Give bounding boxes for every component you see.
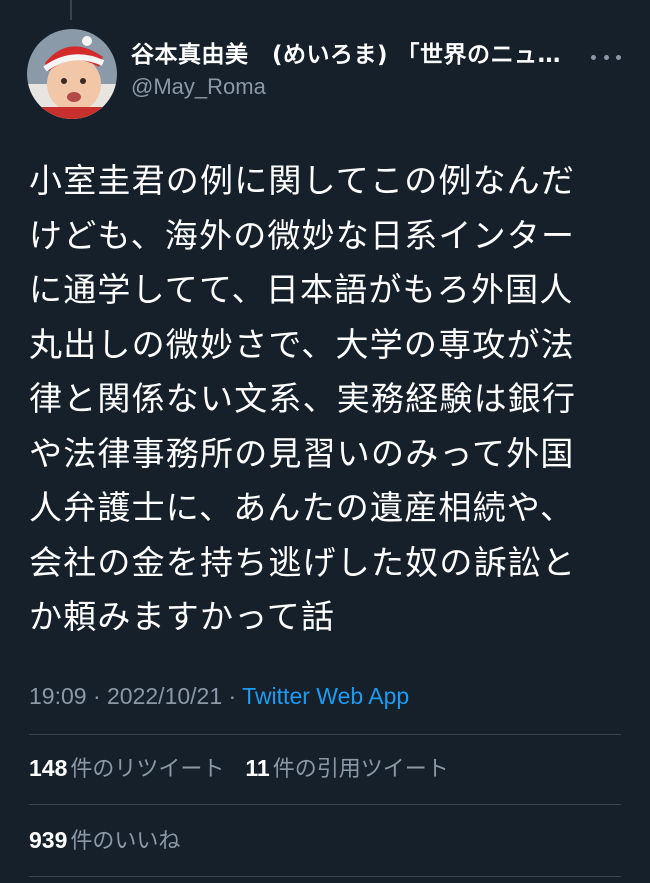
baby-avatar-image: [27, 29, 117, 119]
more-dot: [616, 54, 621, 60]
stats-row-retweets: 148 件のリツイート 11 件の引用ツイート: [29, 753, 463, 785]
quote-label: 件の引用ツイート: [272, 757, 449, 782]
meta-separator: ·: [222, 683, 243, 709]
tweet-text: 小室圭君の例に関してこの例なんだ けども、海外の微妙な日系インター に通学してて…: [29, 161, 577, 636]
retweets-stat[interactable]: 148 件のリツイート: [29, 753, 224, 785]
divider: [29, 734, 621, 735]
retweet-count: 148: [29, 755, 68, 781]
quote-count: 11: [245, 755, 270, 781]
stats-row-likes: 939 件のいいね: [29, 825, 194, 857]
more-dot: [591, 54, 596, 60]
thread-connector-line: [70, 0, 72, 20]
divider: [29, 876, 621, 877]
likes-stat[interactable]: 939 件のいいね: [29, 825, 180, 857]
tweet-time[interactable]: 19:09: [29, 683, 87, 709]
author-display-name[interactable]: 谷本真由美 (めいろま) 「世界のニュ…: [131, 40, 581, 70]
author-handle[interactable]: @May_Roma: [131, 72, 581, 102]
more-horizontal-icon[interactable]: [591, 47, 621, 67]
more-dot: [603, 54, 609, 60]
like-count: 939: [29, 827, 68, 853]
retweet-label: 件のリツイート: [70, 757, 225, 782]
tweet-header: 谷本真由美 (めいろま) 「世界のニュ… @May_Roma: [131, 40, 581, 102]
meta-separator: ·: [86, 683, 108, 709]
quotes-stat[interactable]: 11 件の引用ツイート: [245, 753, 448, 785]
like-label: 件のいいね: [70, 829, 181, 854]
divider: [29, 804, 621, 805]
tweet-source-link[interactable]: Twitter Web App: [242, 683, 409, 709]
tweet-date[interactable]: 2022/10/21: [107, 683, 222, 709]
tweet-metadata: 19:09 · 2022/10/21 · Twitter Web App: [29, 680, 409, 712]
avatar[interactable]: [27, 29, 117, 119]
